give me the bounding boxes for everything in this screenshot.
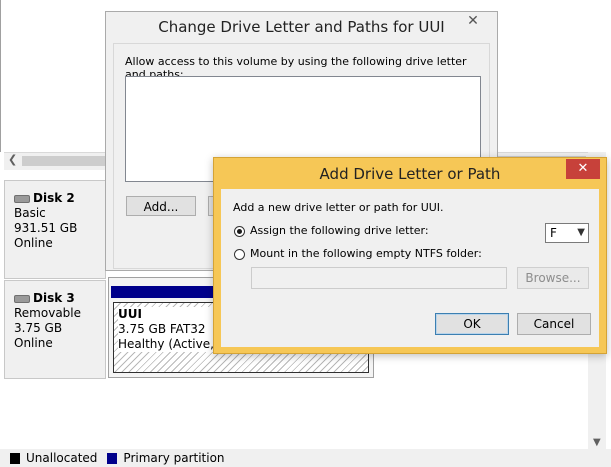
disk-size: 3.75 GB: [14, 321, 63, 335]
chevron-down-icon: ▼: [577, 227, 585, 238]
close-icon[interactable]: ✕: [566, 159, 600, 179]
disk-2-name-row: Disk 2: [14, 191, 105, 206]
legend-primary-partition: Primary partition: [123, 451, 225, 465]
ok-button[interactable]: OK: [435, 313, 509, 335]
add-button[interactable]: Add...: [126, 196, 196, 216]
scroll-down-icon[interactable]: ▼: [593, 437, 601, 448]
primary-partition-swatch: [107, 452, 118, 464]
disk-type: Removable: [14, 306, 82, 320]
scroll-left-icon[interactable]: ❮: [8, 153, 17, 166]
assign-letter-radio[interactable]: [234, 226, 245, 237]
legend: Unallocated Primary partition: [0, 449, 611, 467]
disk-icon: [14, 194, 30, 203]
assign-letter-label[interactable]: Assign the following drive letter:: [250, 224, 429, 237]
dialog-instruction: Add a new drive letter or path for UUI.: [233, 201, 444, 214]
add-drive-letter-dialog: Add Drive Letter or Path ✕ Add a new dri…: [213, 157, 607, 354]
close-icon[interactable]: ✕: [455, 13, 491, 33]
dialog-title: Change Drive Letter and Paths for UUI: [158, 18, 445, 36]
disk-2-label[interactable]: Disk 2 Basic 931.51 GB Online: [4, 180, 106, 279]
disk-3-name-row: Disk 3: [14, 291, 105, 306]
disk-size: 931.51 GB: [14, 221, 78, 235]
disk-name: Disk 2: [33, 191, 75, 205]
drive-letter-value: F: [550, 226, 557, 240]
cancel-button[interactable]: Cancel: [517, 313, 591, 335]
mount-folder-label[interactable]: Mount in the following empty NTFS folder…: [250, 247, 482, 260]
dialog-body: Add a new drive letter or path for UUI. …: [221, 189, 599, 347]
legend-unallocated: Unallocated: [26, 451, 98, 465]
disk-status: Online: [14, 336, 53, 350]
removable-disk-icon: [14, 294, 30, 303]
browse-button[interactable]: Browse...: [517, 267, 589, 289]
dialog-title: Add Drive Letter or Path: [319, 164, 501, 183]
drive-letter-select[interactable]: F ▼: [545, 223, 589, 243]
disk-3-label[interactable]: Disk 3 Removable 3.75 GB Online: [4, 280, 106, 379]
disk-name: Disk 3: [33, 291, 75, 305]
disk-type: Basic: [14, 206, 46, 220]
unallocated-swatch: [10, 452, 20, 464]
folder-path-input[interactable]: [251, 267, 507, 289]
mount-folder-radio[interactable]: [234, 249, 245, 260]
disk-status: Online: [14, 236, 53, 250]
